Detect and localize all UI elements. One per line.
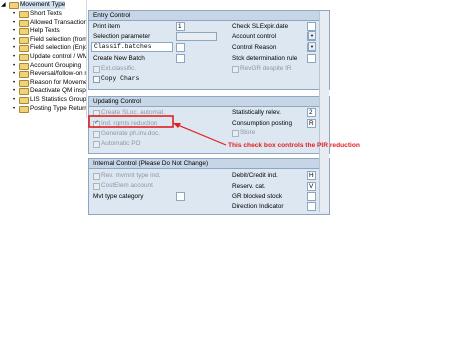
annotation-note: This check box controls the PIR reductio… bbox=[228, 142, 360, 149]
annotation-arrow-line bbox=[172, 122, 227, 146]
highlight-box bbox=[88, 115, 174, 128]
annotation-overlay bbox=[88, 115, 227, 146]
